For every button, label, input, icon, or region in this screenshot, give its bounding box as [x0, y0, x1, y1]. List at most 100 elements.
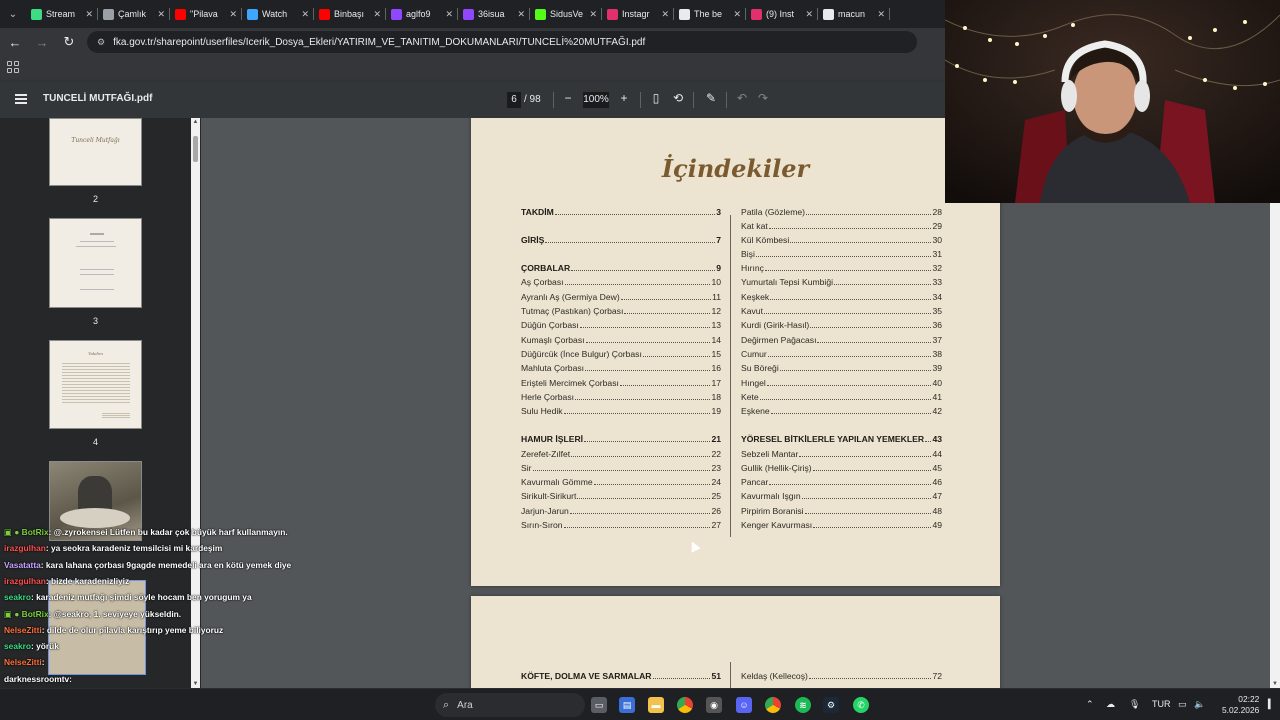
toc-entry[interactable]: Hıngel 40	[741, 378, 942, 388]
language-indicator[interactable]: TUR	[1152, 699, 1171, 709]
toc-entry[interactable]: ÇORBALAR 9	[521, 263, 721, 273]
toc-entry[interactable]: Keldaş (Kellecoş) 72	[741, 671, 942, 681]
toc-entry[interactable]: Patila (Gözleme) 28	[741, 207, 942, 217]
site-info-icon[interactable]: ⚙	[97, 37, 105, 48]
close-tab-icon[interactable]: ✕	[157, 9, 165, 20]
toc-entry[interactable]: Sulu Hedik 19	[521, 406, 721, 416]
browser-tab[interactable]: Stream ✕	[26, 0, 98, 28]
close-tab-icon[interactable]: ✕	[877, 9, 885, 20]
scrollbar-thumb[interactable]	[193, 136, 198, 162]
forward-button[interactable]: →	[30, 30, 54, 54]
toc-entry[interactable]: Sebzeli Mantar 44	[741, 449, 942, 459]
microphone-icon[interactable]: 🎙	[1129, 699, 1140, 710]
steam-icon[interactable]: ⚙	[823, 697, 839, 713]
thumbnail-page-2[interactable]: Tunceli Mutfağı	[49, 118, 142, 186]
fit-page-icon[interactable]: ▯	[647, 91, 665, 105]
browser-tab[interactable]: The be ✕	[674, 0, 746, 28]
toc-entry[interactable]: Kavurmalı Gömme 24	[521, 477, 721, 487]
toc-entry[interactable]: Değirmen Pağacası 37	[741, 335, 942, 345]
toc-entry[interactable]: Pirpirim Boranisi 48	[741, 506, 942, 516]
network-icon[interactable]: ▭	[1178, 699, 1187, 710]
taskbar-search[interactable]: ⌕ Ara	[435, 693, 585, 717]
notification-icon[interactable]: ▍	[1268, 699, 1275, 710]
toc-entry[interactable]: Cumur 38	[741, 349, 942, 359]
document-scrollbar[interactable]: ▲ ▼	[1270, 118, 1280, 688]
windows-start-icon[interactable]	[411, 697, 427, 713]
toc-entry[interactable]: TAKDİM 3	[521, 207, 721, 217]
toc-entry[interactable]: Pancar 46	[741, 477, 942, 487]
toc-entry[interactable]: Hırınç 32	[741, 263, 942, 273]
toc-entry[interactable]: YÖRESEL BİTKİLERLE YAPILAN YEMEKLER 43	[741, 434, 942, 444]
browser-tab[interactable]: "Pilava ✕	[170, 0, 242, 28]
tab-search-button[interactable]: ⌄	[0, 0, 26, 28]
back-button[interactable]: ←	[3, 30, 27, 54]
toc-entry[interactable]: KÖFTE, DOLMA VE SARMALAR 51	[521, 671, 721, 681]
chevron-up-icon[interactable]: ⌃	[1086, 699, 1094, 710]
whatsapp-icon[interactable]: ✆	[853, 697, 869, 713]
undo-icon[interactable]: ↶	[733, 91, 751, 105]
toc-entry[interactable]: Aş Çorbası 10	[521, 277, 721, 287]
document-viewport[interactable]: İçindekiler TAKDİM 3 GİRİŞ 7 ÇORBALAR 9 Aş Çor…	[201, 118, 1280, 688]
file-explorer-icon[interactable]: ▬	[648, 697, 664, 713]
browser-tab[interactable]: SidusVe ✕	[530, 0, 602, 28]
close-tab-icon[interactable]: ✕	[229, 9, 237, 20]
toc-entry[interactable]: Kenger Kavurması 49	[741, 520, 942, 530]
browser-tab[interactable]: (9) Inst ✕	[746, 0, 818, 28]
chrome-icon[interactable]	[677, 697, 693, 713]
toc-entry[interactable]: Düğün Çorbası 13	[521, 320, 721, 330]
close-tab-icon[interactable]: ✕	[661, 9, 669, 20]
toc-entry[interactable]: Sirikult-Sirikurt 25	[521, 491, 721, 501]
toc-entry[interactable]: Herle Çorbası 18	[521, 392, 721, 402]
toc-entry[interactable]: Düğürcük (İnce Bulgur) Çorbası 15	[521, 349, 721, 359]
browser-tab[interactable]: Çamlık ✕	[98, 0, 170, 28]
browser-tab[interactable]: Instagr ✕	[602, 0, 674, 28]
thumbnail-page-3[interactable]	[49, 218, 142, 308]
browser-tab[interactable]: aglfo9 ✕	[386, 0, 458, 28]
thumbnail-page-4[interactable]: Takdim	[49, 340, 142, 429]
system-clock[interactable]: 02:22 5.02.2026	[1222, 694, 1259, 716]
toc-entry[interactable]: Erişteli Mercimek Çorbası 17	[521, 378, 721, 388]
chrome-canary-icon[interactable]	[765, 697, 781, 713]
github-icon[interactable]: ◉	[706, 697, 722, 713]
toc-entry[interactable]: Ayranlı Aş (Germiya Dew) 11	[521, 292, 721, 302]
close-tab-icon[interactable]: ✕	[517, 9, 525, 20]
spotify-icon[interactable]: ≋	[795, 697, 811, 713]
toc-entry[interactable]: Kavurmalı Işgın 47	[741, 491, 942, 501]
close-tab-icon[interactable]: ✕	[445, 9, 453, 20]
close-tab-icon[interactable]: ✕	[301, 9, 309, 20]
redo-icon[interactable]: ↷	[754, 91, 772, 105]
close-tab-icon[interactable]: ✕	[589, 9, 597, 20]
toc-entry[interactable]: GİRİŞ 7	[521, 235, 721, 245]
toc-entry[interactable]: Keşkek 34	[741, 292, 942, 302]
toc-entry[interactable]: Kül Kömbesi 30	[741, 235, 942, 245]
browser-tab[interactable]: macun ✕	[818, 0, 890, 28]
cloud-icon[interactable]: ☁	[1106, 699, 1115, 710]
rotate-icon[interactable]: ⟲	[669, 91, 687, 105]
close-tab-icon[interactable]: ✕	[373, 9, 381, 20]
zoom-out-icon[interactable]: −	[559, 91, 577, 105]
url-field[interactable]: ⚙ fka.gov.tr/sharepoint/userfiles/Icerik…	[87, 31, 917, 53]
browser-tab[interactable]: Binbaşı ✕	[314, 0, 386, 28]
close-tab-icon[interactable]: ✕	[805, 9, 813, 20]
zoom-input[interactable]: 100%	[583, 92, 609, 108]
discord-icon[interactable]: ☺	[736, 697, 752, 713]
toc-entry[interactable]: Kumaşlı Çorbası 14	[521, 335, 721, 345]
toc-entry[interactable]: HAMUR İŞLERİ 21	[521, 434, 721, 444]
volume-icon[interactable]: 🔈	[1194, 699, 1205, 710]
toc-entry[interactable]: Tutmaç (Pastıkan) Çorbası 12	[521, 306, 721, 316]
close-tab-icon[interactable]: ✕	[85, 9, 93, 20]
toc-entry[interactable]: Sir 23	[521, 463, 721, 473]
toc-entry[interactable]: Mahluta Çorbası 16	[521, 363, 721, 373]
toc-entry[interactable]: Yumurtalı Tepsi Kumbiği 33	[741, 277, 942, 287]
toc-entry[interactable]: Zerefet-Zılfet 22	[521, 449, 721, 459]
reload-button[interactable]: ↻	[57, 30, 81, 54]
toc-entry[interactable]: Eşkene 42	[741, 406, 942, 416]
toc-entry[interactable]: Kete 41	[741, 392, 942, 402]
toc-entry[interactable]: Jarjun-Jarun 26	[521, 506, 721, 516]
toc-entry[interactable]: Kurdi (Girik-Hasıl) 36	[741, 320, 942, 330]
toc-entry[interactable]: Gullik (Hellik-Çiriş) 45	[741, 463, 942, 473]
close-tab-icon[interactable]: ✕	[733, 9, 741, 20]
menu-icon[interactable]	[15, 94, 27, 104]
task-view-icon[interactable]: ▭	[591, 697, 607, 713]
toc-entry[interactable]: Sırın-Sıron 27	[521, 520, 721, 530]
